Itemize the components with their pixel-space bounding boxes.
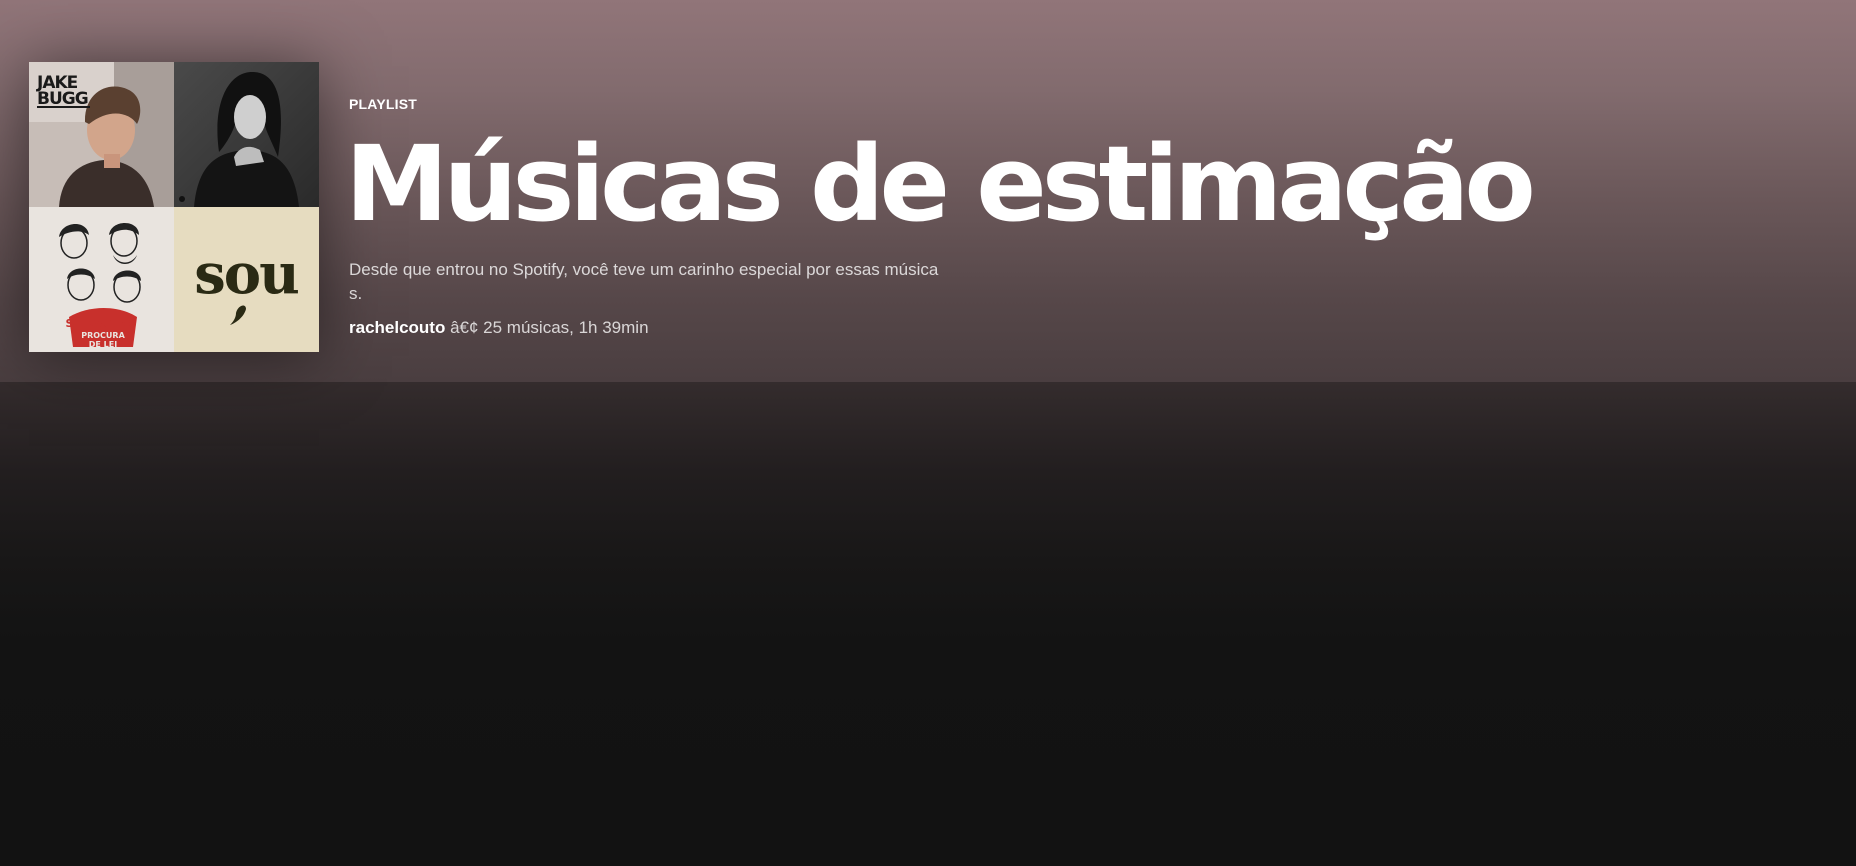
cover-tile-selvagens: SELVAGENS PROCURA DE LEI — [29, 207, 174, 352]
playlist-header: JAKE BUGG SELVAGENS PROCURA DE LEI sou P… — [0, 0, 1856, 382]
svg-text:DE LEI: DE LEI — [89, 340, 117, 349]
sou-logo-text: sou — [194, 241, 298, 307]
cover-tile-portrait — [174, 62, 319, 207]
playlist-title[interactable]: Músicas de estimação — [345, 118, 1829, 250]
svg-text:PROCURA: PROCURA — [81, 331, 125, 340]
playlist-description: Desde que entrou no Spotify, você teve u… — [349, 260, 939, 303]
cover-tile-sou: sou — [174, 207, 319, 352]
playlist-type-label: PLAYLIST — [349, 96, 417, 112]
owner-link[interactable]: rachelcouto — [349, 318, 445, 337]
playlist-info: PLAYLIST Músicas de estimação Desde que … — [345, 92, 1829, 338]
jake-bugg-album-art: JAKE BUGG — [29, 62, 174, 207]
sou-album-art: sou — [174, 207, 319, 352]
playlist-page: JAKE BUGG SELVAGENS PROCURA DE LEI sou P… — [0, 0, 1856, 866]
playlist-cover-mosaic[interactable]: JAKE BUGG SELVAGENS PROCURA DE LEI sou — [29, 62, 319, 352]
meta-separator: â€¢ — [445, 318, 484, 337]
selvagens-logo-text: SELVAGENS — [66, 317, 137, 330]
playlist-stats: 25 músicas, 1h 39min — [483, 318, 649, 337]
cover-tile-jake-bugg: JAKE BUGG — [29, 62, 174, 207]
portrait-album-art — [174, 62, 319, 207]
selvagens-album-art: SELVAGENS PROCURA DE LEI — [29, 207, 174, 352]
playlist-meta: rachelcouto â€¢ 25 músicas, 1h 39min — [349, 318, 1829, 338]
content-background — [0, 382, 1856, 866]
